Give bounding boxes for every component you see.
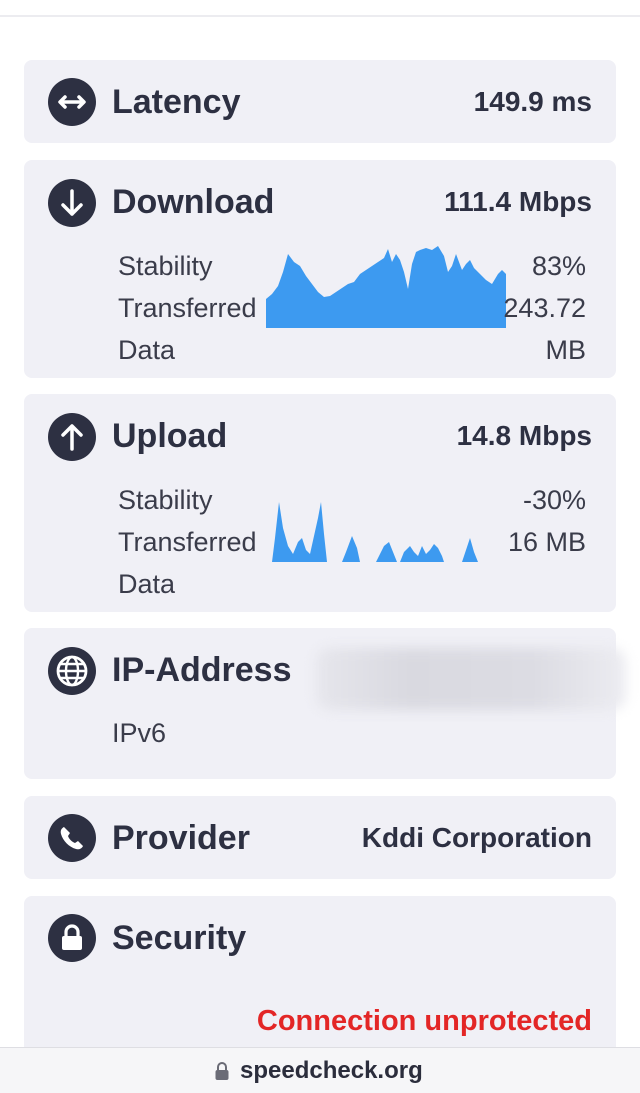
upload-speed-graph [272,502,478,562]
security-card: Security Connection unprotected [24,896,616,1066]
upload-stability-label: Stability [118,485,213,515]
upload-value: 14.8 Mbps [456,420,592,451]
provider-title: Provider [112,819,250,857]
security-status: Connection unprotected [256,1005,592,1037]
provider-card: Provider Kddi Corporation [24,796,616,879]
download-data-label: Data [118,335,176,365]
globe-icon [48,647,96,695]
arrow-down-icon [48,179,96,227]
download-graph-area [266,246,506,328]
lock-icon [48,914,96,962]
lock-icon [215,1062,229,1080]
upload-title: Upload [112,417,228,455]
top-divider [0,15,640,17]
ip-version: IPv6 [112,718,167,748]
download-speed-graph [266,246,506,328]
upload-data-label: Data [118,569,176,599]
latency-value: 149.9 ms [473,86,592,117]
upload-card: Upload 14.8 Mbps Stability Transferred D… [24,394,616,612]
upload-transferred-label: Transferred [118,527,257,557]
download-card: Download 111.4 Mbps Stability Transferre… [24,160,616,378]
upload-stability-value: -30% [522,485,586,515]
ip-address-title: IP-Address [112,651,292,689]
download-stability-label: Stability [118,251,213,281]
ip-address-redacted [316,648,626,710]
latency-card: Latency 149.9 ms [24,60,616,143]
download-value: 111.4 Mbps [444,186,592,217]
upload-transferred-value: 16 MB [507,527,586,557]
ip-address-card: IP-Address IPv6 [24,628,626,779]
site-domain[interactable]: speedcheck.org [240,1059,423,1083]
latency-title: Latency [112,83,241,121]
download-stability-value: 83% [531,251,586,281]
phone-icon [48,814,96,862]
download-transferred-label: Transferred [118,293,257,323]
download-data-unit: MB [545,335,587,365]
browser-address-bar[interactable]: speedcheck.org [0,1047,640,1093]
arrows-horizontal-icon [48,78,96,126]
upload-graph-area [272,502,478,562]
provider-value: Kddi Corporation [361,822,592,853]
download-title: Download [112,183,275,221]
security-title: Security [112,919,247,957]
arrow-up-icon [48,413,96,461]
download-transferred-value: 243.72 [503,293,586,323]
